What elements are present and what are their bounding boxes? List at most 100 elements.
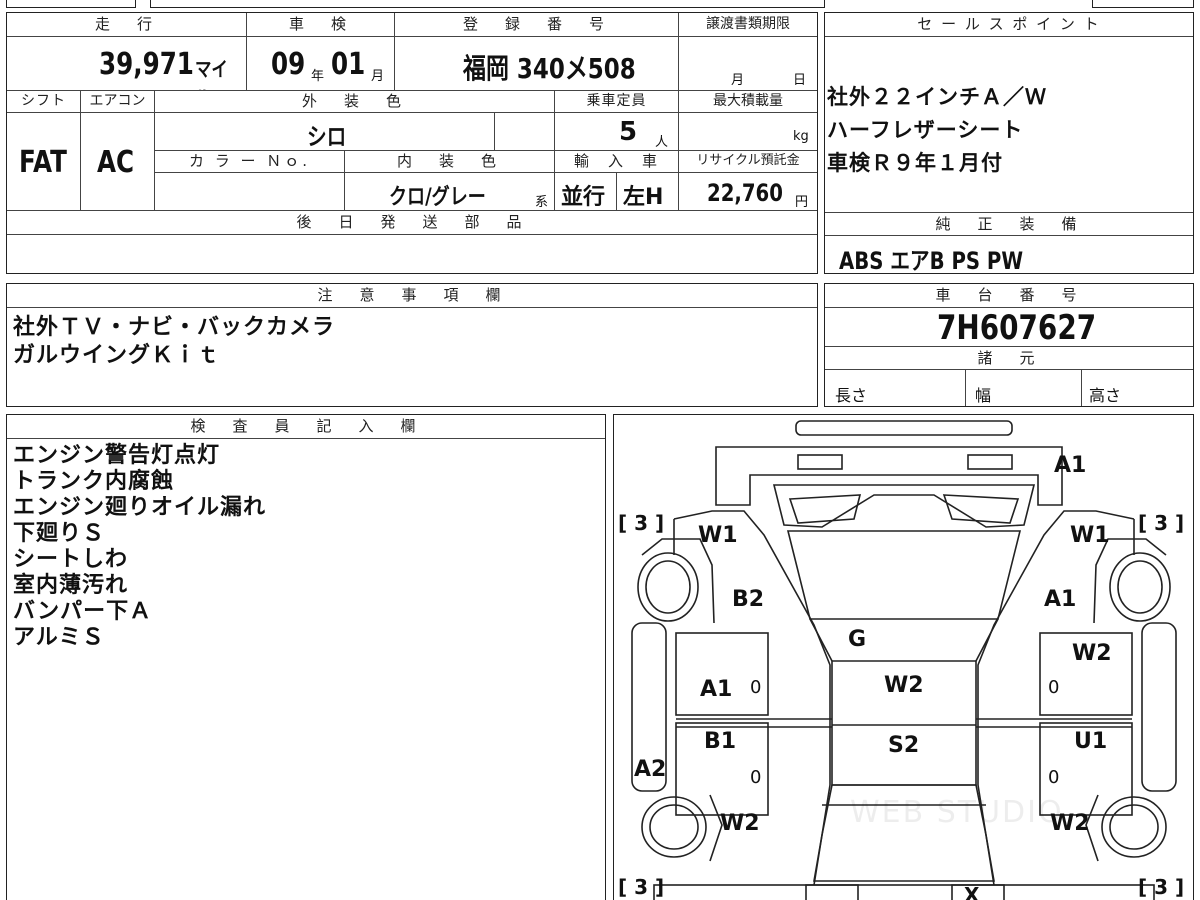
damage-roof-front: W2: [884, 673, 924, 698]
headlight-left: [797, 454, 843, 470]
handle-cell: 左H: [617, 173, 679, 211]
zero-mark-front-left: 0: [750, 677, 762, 698]
damage-windshield: G: [848, 627, 867, 652]
caution-list: 社外ＴＶ・ナビ・バックカメラ ガルウイングＫｉｔ: [13, 314, 335, 370]
vehicle-info-table: 走 行 車 検 登 録 番 号 譲渡書類期限 39,971 マイル 09 年 0…: [6, 12, 818, 274]
zero-mark-rear-left: 0: [750, 767, 762, 788]
top-edge-stub: [6, 0, 136, 8]
transfer-deadline-header: 譲渡書類期限: [679, 13, 817, 37]
genuine-equipment-header: 純 正 装 備: [825, 212, 1193, 236]
interior-color-header: 内 装 色: [345, 151, 555, 173]
later-parts-value-area: [7, 235, 817, 273]
hood-vent-left: [788, 494, 862, 524]
sales-point-item: ハーフレザーシート: [827, 118, 1024, 142]
inspector-note: アルミＳ: [13, 625, 105, 650]
spec-width: 幅: [975, 386, 992, 405]
capacity-header: 乗車定員: [555, 91, 679, 113]
zero-mark-rear-right: 0: [1048, 767, 1060, 788]
tread-depth-front-right: [ 3 ]: [1138, 511, 1185, 535]
aircon-header: エアコン: [81, 91, 155, 113]
caution-item: ガルウイングＫｉｔ: [13, 343, 221, 368]
wheel-front-left-inner: [645, 560, 691, 614]
damage-pillar-left: B2: [732, 587, 765, 612]
zero-mark-front-right: 0: [1048, 677, 1060, 698]
damage-front-bumper: A1: [1054, 453, 1087, 478]
chassis-no-value: 7H607627: [937, 308, 1097, 348]
tread-depth-rear-right: [ 3 ]: [1138, 875, 1185, 899]
mileage-unit: マイル: [195, 57, 228, 90]
specs-header: 諸 元: [825, 346, 1193, 370]
tread-depth-front-left: [ 3 ]: [618, 511, 665, 535]
damage-door-front-right: W2: [1072, 641, 1112, 666]
damage-door-rear-right: U1: [1074, 729, 1108, 754]
watermark-text: WEB STUDIO: [850, 795, 1064, 830]
deadline-day-unit: 日: [793, 73, 807, 88]
sales-point-box: セ ー ル ス ポ イ ン ト 社外２２インチＡ／Ｗ ハーフレザーシート 車検Ｒ…: [824, 12, 1194, 275]
interior-color-value: クロ/グレー: [389, 185, 486, 210]
handle-value: 左H: [623, 185, 664, 210]
max-load-header: 最大積載量: [679, 91, 817, 113]
windshield-lower: [809, 618, 999, 662]
inspector-note: シートしわ: [13, 547, 129, 572]
import-type-value: 並行: [561, 185, 606, 210]
inspector-note: 室内薄汚れ: [13, 573, 129, 598]
damage-rear-mark: X: [964, 883, 980, 900]
mileage-header: 走 行: [7, 13, 247, 37]
hood-outline: [772, 484, 1036, 528]
damage-roof-rear: S2: [888, 733, 920, 758]
registration-number: 福岡 340メ508: [463, 52, 636, 85]
shift-value: FAT: [19, 145, 67, 180]
inspector-note: トランク内腐蝕: [13, 469, 175, 494]
rear-lower-strip: [653, 884, 1155, 900]
aircon-value: AC: [97, 145, 135, 180]
inspector-notes-box: 検 査 員 記 入 欄 エンジン警告灯点灯 トランク内腐蝕 エンジン廻りオイル漏…: [6, 414, 606, 900]
car-damage-diagram: [ 3 ] [ 3 ] [ 3 ] [ 3 ] A1 W1 W1 B2 A1 G…: [613, 414, 1194, 900]
damage-pillar-right: A1: [1044, 587, 1077, 612]
mileage-value-cell: 39,971 マイル: [7, 37, 247, 91]
tread-depth-rear-left: [ 3 ]: [618, 875, 665, 899]
windshield-outline: [786, 530, 1022, 620]
hood-vent-right: [942, 494, 1020, 524]
inspection-month: 01: [331, 47, 366, 82]
specs-divider: [965, 370, 966, 406]
month-unit: 月: [371, 69, 385, 84]
rocker-right: [1141, 622, 1177, 792]
aircon-value-cell: AC: [81, 113, 155, 211]
import-type-cell: 並行: [555, 173, 617, 211]
registration-value-cell: 福岡 340メ508: [395, 37, 679, 91]
later-parts-header: 後 日 発 送 部 品: [7, 211, 817, 235]
color-no-value-cell: [155, 173, 345, 211]
interior-color-suffix: 系: [535, 195, 549, 210]
inspection-header: 車 検: [247, 13, 395, 37]
wheel-rear-right-inner: [1109, 804, 1159, 850]
exterior-color-header: 外 装 色: [155, 91, 555, 113]
recycle-value-cell: 22,760 円: [679, 173, 817, 211]
damage-rocker-left: A2: [634, 757, 667, 782]
inspector-notes-list: エンジン警告灯点灯 トランク内腐蝕 エンジン廻りオイル漏れ 下廻りＳ シートしわ…: [13, 443, 266, 651]
exterior-color-value-cell: シロ: [155, 113, 495, 151]
max-load-unit: kg: [793, 129, 809, 144]
caution-item: 社外ＴＶ・ナビ・バックカメラ: [13, 315, 336, 340]
sales-point-header: セ ー ル ス ポ イ ン ト: [825, 13, 1193, 37]
damage-door-rear-left: B1: [704, 729, 737, 754]
sales-point-item: 車検Ｒ９年１月付: [827, 151, 1003, 175]
rear-bumper-left: [805, 884, 859, 900]
damage-door-front-left: A1: [700, 677, 733, 702]
inspection-value-cell: 09 年 01 月: [247, 37, 395, 91]
wheel-rear-right: [1101, 796, 1167, 858]
transfer-deadline-value-cell: 月 日: [679, 37, 817, 91]
chassis-no-header: 車 台 番 号: [825, 284, 1193, 308]
inspector-note: 下廻りＳ: [13, 521, 106, 546]
inspector-note: エンジン廻りオイル漏れ: [13, 495, 267, 520]
chassis-specs-box: 車 台 番 号 7H607627 諸 元 長さ 幅 高さ: [824, 283, 1194, 407]
front-bumper-strip: [795, 420, 1013, 436]
recycle-header: リサイクル預託金: [679, 151, 817, 173]
recycle-fee-unit: 円: [795, 195, 809, 210]
inspection-year: 09: [271, 47, 306, 82]
inspector-header: 検 査 員 記 入 欄: [7, 415, 605, 439]
registration-header: 登 録 番 号: [395, 13, 679, 37]
caution-header: 注 意 事 項 欄: [7, 284, 817, 308]
headlight-right: [967, 454, 1013, 470]
recycle-fee-value: 22,760: [707, 179, 783, 207]
import-header: 輸 入 車: [555, 151, 679, 173]
